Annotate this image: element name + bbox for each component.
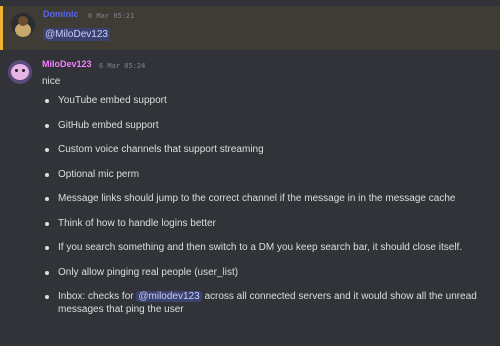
- avatar-eye-left: [15, 69, 18, 72]
- avatar-image: [11, 64, 29, 80]
- user-mention[interactable]: @milodev123: [136, 291, 202, 302]
- list-item: Message links should jump to the correct…: [42, 192, 492, 205]
- chat-view: Dominic 6 Mar 05:21 @MiloDev123 MiloDev1…: [0, 0, 500, 346]
- list-item: Custom voice channels that support strea…: [42, 143, 492, 156]
- list-item-text: YouTube embed support: [58, 95, 167, 106]
- list-item-text: Only allow pinging real people (user_lis…: [58, 266, 239, 278]
- list-item-text: Optional mic perm: [58, 168, 140, 180]
- list-item-text: Think of how to handle logins better: [58, 217, 216, 229]
- list-item-text: If you search something and then switch …: [58, 242, 463, 253]
- message-timestamp[interactable]: 6 Mar 05:24: [99, 62, 145, 70]
- author-name[interactable]: MiloDev123: [42, 59, 92, 69]
- list-item: Inbox: checks for @milodev123 across all…: [42, 290, 492, 316]
- author-name[interactable]: Dominic: [43, 9, 79, 19]
- avatar[interactable]: [11, 13, 35, 37]
- list-item: GitHub embed support: [42, 119, 492, 132]
- list-item: If you search something and then switch …: [42, 241, 492, 254]
- list-item-text: GitHub embed support: [58, 119, 159, 131]
- message-highlighted[interactable]: Dominic 6 Mar 05:21 @MiloDev123: [0, 6, 500, 50]
- avatar[interactable]: [8, 60, 32, 84]
- list-item: YouTube embed support: [42, 94, 492, 107]
- list-item: Optional mic perm: [42, 168, 492, 181]
- message-text: nice: [42, 76, 61, 87]
- list-item-text: Custom voice channels that support strea…: [58, 144, 264, 155]
- list-item-text: Message links should jump to the correct…: [58, 193, 456, 204]
- bullet-list: YouTube embed support GitHub embed suppo…: [42, 94, 492, 328]
- list-item: Think of how to handle logins better: [42, 217, 492, 230]
- avatar-eye-right: [22, 69, 25, 72]
- list-item-text: Inbox: checks for: [58, 291, 137, 302]
- user-mention[interactable]: @MiloDev123: [43, 28, 110, 41]
- avatar-image-detail: [18, 16, 28, 26]
- message-timestamp[interactable]: 6 Mar 05:21: [88, 12, 134, 20]
- list-item: Only allow pinging real people (user_lis…: [42, 266, 492, 279]
